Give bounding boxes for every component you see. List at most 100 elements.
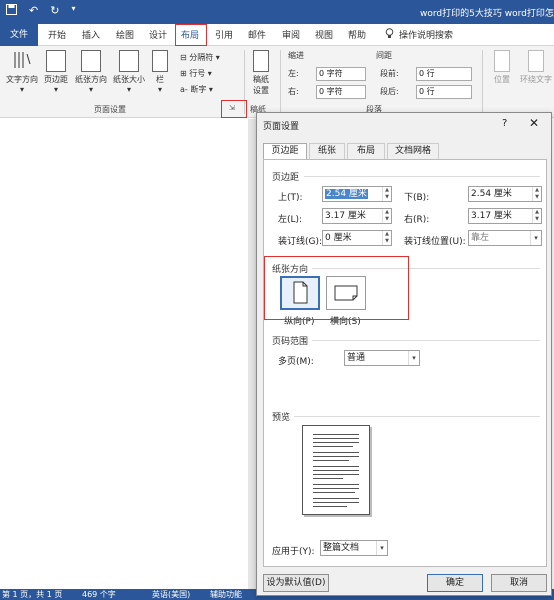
set-default-button[interactable]: 设为默认值(D) [263,574,329,592]
orientation-icon [81,50,101,72]
tab-references[interactable]: 引用 [215,28,233,41]
bottom-margin-input[interactable]: 2.54 厘米 ▲ ▼ [468,186,542,202]
apply-to-value: 整篇文档 [323,543,360,553]
page-setup-launcher-icon[interactable]: ⇲ [229,104,235,112]
spacing-after-label: 段后: [380,87,399,96]
save-icon[interactable] [6,4,17,18]
undo-icon[interactable]: ↶ [29,4,38,18]
spinner-arrows[interactable]: ▲ ▼ [532,187,541,201]
tell-me-search[interactable]: 操作说明搜索 [385,28,453,42]
tab-design[interactable]: 设计 [149,28,167,41]
indent-left-input[interactable]: 0 字符 [316,67,366,81]
cancel-button[interactable]: 取消 [491,574,547,592]
redo-icon[interactable]: ↻ [50,4,59,18]
wrap-text-icon [528,50,544,72]
spacing-after-input[interactable]: 0 行 [416,85,472,99]
group-separator [280,50,281,114]
chevron-down-icon: ▾ [530,231,541,245]
indent-right-input[interactable]: 0 字符 [316,85,366,99]
preview-line [313,492,355,493]
breaks-button[interactable]: ⊟ 分隔符 ▾ [180,52,220,63]
columns-button[interactable]: 栏 ▾ [150,50,170,94]
apply-to-select[interactable]: 整篇文档 ▾ [320,540,388,556]
spacing-before-label: 段前: [380,69,399,78]
line-numbers-button[interactable]: ⊞ 行号 ▾ [180,68,212,79]
preview-line [313,460,349,461]
preview-section-label: 预览 [272,413,291,423]
orientation-button[interactable]: 纸张方向 ▾ [72,50,110,94]
wrap-text-button[interactable]: 环绕文字 [518,50,554,85]
top-margin-input[interactable]: 2.54 厘米 ▲ ▼ [322,186,392,202]
tab-home[interactable]: 开始 [48,28,66,41]
indent-label: 缩进 [288,51,304,60]
spinner-arrows[interactable]: ▲ ▼ [382,209,391,223]
spacing-before-input[interactable]: 0 行 [416,67,472,81]
hyphenation-button[interactable]: a- 断字 ▾ [180,84,213,95]
size-button[interactable]: 纸张大小 ▾ [110,50,148,94]
preview-line [313,442,359,443]
ribbon-tabs: 文件 开始 插入 绘图 设计 布局 引用 邮件 审阅 视图 帮助 操作说明搜索 [0,24,554,46]
tab-draw[interactable]: 绘图 [116,28,134,41]
preview-line [313,502,359,503]
ok-button[interactable]: 确定 [427,574,483,592]
tab-insert[interactable]: 插入 [82,28,100,41]
paper-setup-icon [253,50,269,72]
wrap-text-label: 环绕文字 [520,75,552,84]
gutter-position-select[interactable]: 靠左 ▾ [468,230,542,246]
size-label: 纸张大小 [113,75,145,84]
tab-margins[interactable]: 页边距 [263,143,307,159]
spinner-arrows[interactable]: ▲ ▼ [382,187,391,201]
right-margin-value: 3.17 厘米 [471,211,512,221]
spinner-arrows[interactable]: ▲ ▼ [532,209,541,223]
customize-qat-icon[interactable]: ▾ [71,4,75,18]
margins-button[interactable]: 页边距 ▾ [40,50,72,94]
gutter-position-label: 装订线位置(U): [404,237,466,247]
tab-paper[interactable]: 纸张 [309,143,345,159]
paper-setup-button[interactable]: 稿纸设置 [248,50,274,96]
close-icon[interactable]: ✕ [529,116,539,130]
tab-file[interactable]: 文件 [0,24,38,46]
tab-layout-dialog[interactable]: 布局 [347,143,385,159]
text-direction-button[interactable]: 文字方向 ▾ [4,50,40,94]
orientation-highlight [264,256,409,320]
help-icon[interactable]: ? [502,118,507,129]
page-setup-group-label: 页面设置 [94,105,126,114]
left-margin-value: 3.17 厘米 [325,211,366,221]
multiple-pages-value: 普通 [347,353,366,363]
accessibility-indicator[interactable]: 辅助功能 [210,589,242,600]
preview-line [313,484,359,485]
gutter-input[interactable]: 0 厘米 ▲ ▼ [322,230,392,246]
multiple-pages-select[interactable]: 普通 ▾ [344,350,420,366]
margins-section-label: 页边距 [272,173,300,183]
quick-access-toolbar: ↶ ↻ ▾ [6,4,75,18]
spacing-label: 间距 [376,51,392,60]
word-count[interactable]: 469 个字 [82,589,116,600]
group-separator [482,50,483,114]
preview-line [313,474,359,475]
gutter-value: 0 厘米 [325,233,352,243]
paper-setup-label: 稿纸设置 [253,75,269,95]
position-icon [494,50,510,72]
indent-right-label: 右: [288,87,299,96]
tab-help[interactable]: 帮助 [348,28,366,41]
spinner-arrows[interactable]: ▲ ▼ [382,231,391,245]
preview-line [313,478,343,479]
language-indicator[interactable]: 英语(美国) [152,589,190,600]
orientation-label: 纸张方向 [75,75,107,84]
position-label: 位置 [494,75,510,84]
position-button[interactable]: 位置 [488,50,516,85]
tab-document-grid[interactable]: 文档网格 [387,143,439,159]
line-numbers-label: 行号 [189,69,206,78]
chevron-down-icon: ▾ [408,351,419,365]
page-count[interactable]: 第 1 页，共 1 页 [2,589,62,600]
tab-mailings[interactable]: 邮件 [248,28,266,41]
tab-layout-highlight [175,24,207,46]
columns-icon [152,50,168,72]
pages-section-label: 页码范围 [272,337,309,347]
tab-view[interactable]: 视图 [315,28,333,41]
right-margin-input[interactable]: 3.17 厘米 ▲ ▼ [468,208,542,224]
apply-to-label: 应用于(Y): [272,547,315,557]
tab-review[interactable]: 审阅 [282,28,300,41]
left-margin-input[interactable]: 3.17 厘米 ▲ ▼ [322,208,392,224]
window-title: word打印的5大技巧 word打印怎么 [420,9,554,19]
